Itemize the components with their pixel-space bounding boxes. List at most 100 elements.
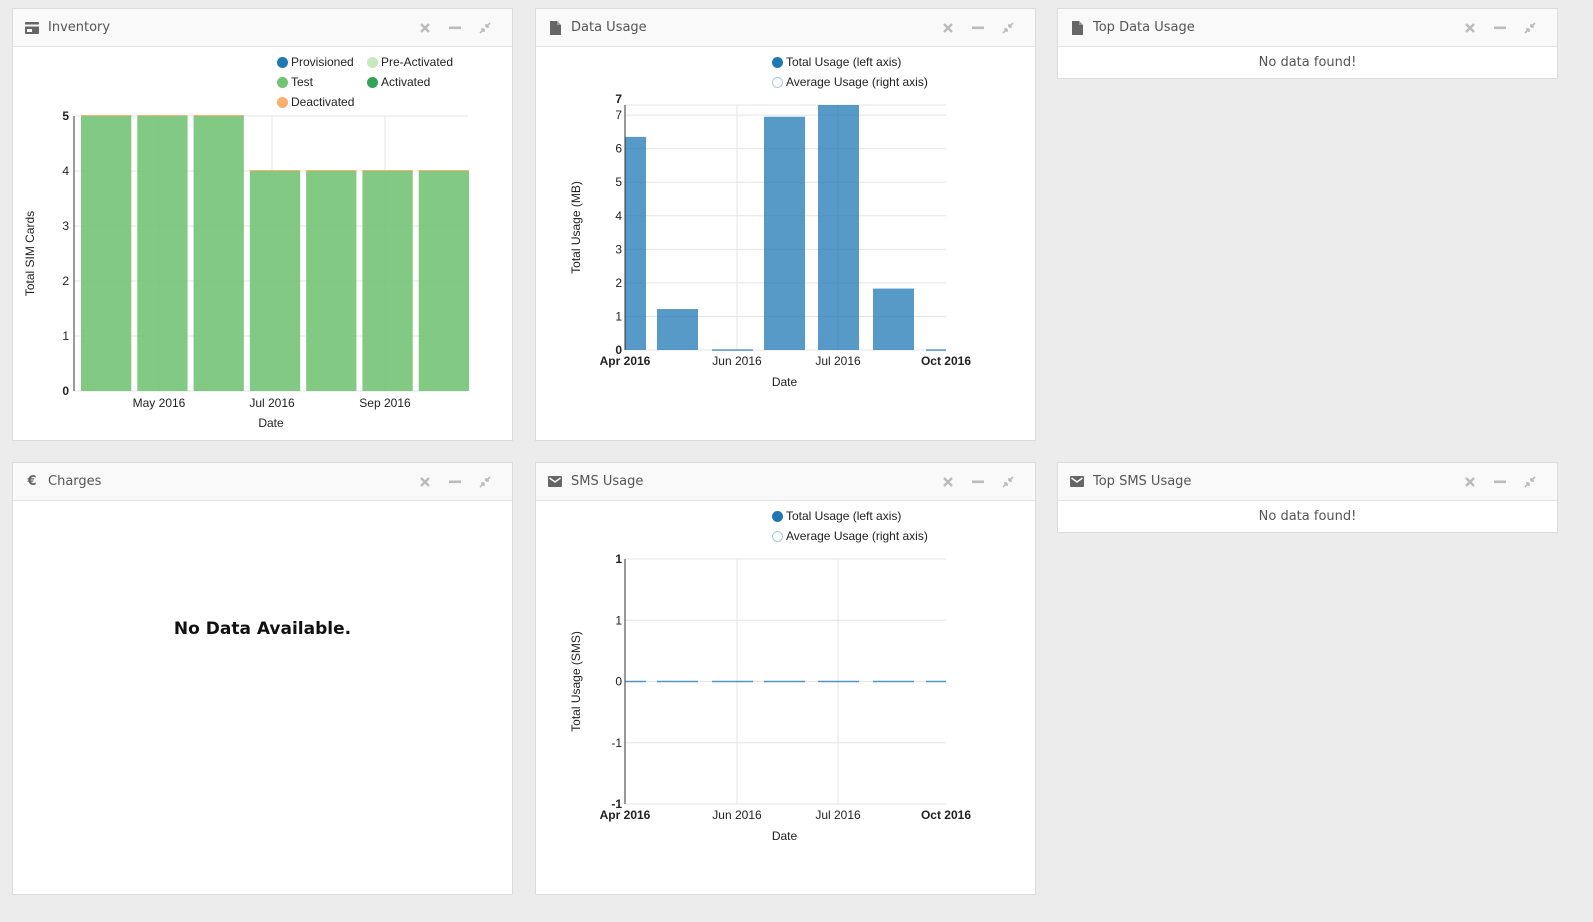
bar-deactivated xyxy=(362,170,413,171)
bar-test xyxy=(418,171,469,391)
bar-total-usage xyxy=(625,136,646,350)
widget-title: Charges xyxy=(48,474,102,489)
y-tick-label: 5 xyxy=(615,175,622,189)
data-usage-chart: 012345677Apr 2016 Jun 2016 Jul 2016 Oct 201… xyxy=(569,92,971,389)
minimize-button[interactable] xyxy=(440,18,470,38)
minimize-icon xyxy=(1494,480,1506,483)
minimize-button[interactable] xyxy=(1485,472,1515,492)
file-icon xyxy=(548,20,562,35)
bar-total-usage xyxy=(873,680,914,683)
y-tick-label: 0 xyxy=(615,675,622,689)
x-tick-label: Jun 2016 xyxy=(712,808,762,822)
compress-icon xyxy=(1002,21,1014,34)
close-button[interactable] xyxy=(933,18,963,38)
bar-total-usage xyxy=(873,288,914,350)
compress-icon xyxy=(1002,475,1014,488)
bar-deactivated xyxy=(193,115,244,116)
bar-test xyxy=(81,116,132,391)
inventory-header[interactable]: Inventory xyxy=(13,9,512,47)
y-tick-label: 3 xyxy=(615,242,622,256)
y-tick-label: 1 xyxy=(615,309,622,323)
close-button[interactable] xyxy=(933,472,963,492)
euro-icon: € xyxy=(27,474,37,489)
bar-total-usage xyxy=(818,105,859,350)
y-tick-label: 5 xyxy=(62,109,69,123)
bar-total-usage xyxy=(926,349,946,351)
x-tick-label: Oct 2016 xyxy=(921,354,971,368)
x-tick-label: May 2016 xyxy=(133,396,186,410)
minimize-button[interactable] xyxy=(963,472,993,492)
charges-header[interactable]: € Charges xyxy=(13,463,512,501)
bar-test xyxy=(306,171,357,391)
collapse-button[interactable] xyxy=(1515,472,1545,492)
x-tick-label: Apr 2016 xyxy=(600,808,651,822)
bar-total-usage xyxy=(657,309,698,350)
bar-total-usage xyxy=(712,349,753,351)
bar-deactivated xyxy=(81,115,132,116)
collapse-button[interactable] xyxy=(993,472,1023,492)
collapse-button[interactable] xyxy=(470,472,500,492)
minimize-icon xyxy=(449,480,461,483)
y-tick-label: 1 xyxy=(62,329,69,343)
sms-usage-chart: -1-1011Apr 2016 Jun 2016 Jul 2016 Oct 2016D… xyxy=(569,552,971,843)
y-tick-label: 2 xyxy=(62,274,69,288)
top-data-usage-header[interactable]: Top Data Usage xyxy=(1058,9,1557,47)
bar-test xyxy=(137,116,188,391)
bar-test xyxy=(249,171,301,391)
close-button[interactable] xyxy=(410,472,440,492)
close-button[interactable] xyxy=(410,18,440,38)
close-icon xyxy=(943,476,953,487)
bar-test xyxy=(362,171,413,391)
y-tick-label: 3 xyxy=(62,219,69,233)
x-tick-label: Jul 2016 xyxy=(249,396,295,410)
bar-total-usage xyxy=(818,680,859,683)
collapse-button[interactable] xyxy=(993,18,1023,38)
x-tick-label: Jul 2016 xyxy=(815,808,861,822)
y-axis-label: Total Usage (MB) xyxy=(569,181,583,274)
close-button[interactable] xyxy=(1455,472,1485,492)
close-icon xyxy=(1465,476,1475,487)
compress-icon xyxy=(479,475,491,488)
close-button[interactable] xyxy=(1455,18,1485,38)
minimize-button[interactable] xyxy=(963,18,993,38)
close-icon xyxy=(420,476,430,487)
data-usage-widget: Data Usage Total Usage (left axis) Avera… xyxy=(535,8,1036,441)
y-tick-label: -1 xyxy=(611,736,622,750)
bar-total-usage xyxy=(625,680,646,683)
bar-deactivated xyxy=(418,170,469,171)
minimize-button[interactable] xyxy=(1485,18,1515,38)
sms-usage-header[interactable]: SMS Usage xyxy=(536,463,1035,501)
top-data-usage-widget: Top Data Usage No data found! xyxy=(1057,8,1558,79)
x-axis-label: Date xyxy=(258,416,284,430)
y-tick-label: 7 xyxy=(615,108,622,122)
y-tick-label: 1 xyxy=(615,552,622,566)
no-data-message: No data found! xyxy=(1258,55,1357,70)
no-data-message: No data found! xyxy=(1258,509,1357,524)
x-tick-label: Jul 2016 xyxy=(815,354,861,368)
y-tick-label: 2 xyxy=(615,276,622,290)
envelope-icon xyxy=(1070,475,1084,489)
y-axis-label: Total SIM Cards xyxy=(23,211,37,296)
sms-usage-widget: SMS Usage Total Usage (left axis) Averag… xyxy=(535,462,1036,895)
collapse-button[interactable] xyxy=(1515,18,1545,38)
collapse-button[interactable] xyxy=(470,18,500,38)
y-axis-label: Total Usage (SMS) xyxy=(569,631,583,732)
compress-icon xyxy=(1524,21,1536,34)
widget-title: Data Usage xyxy=(571,20,647,35)
minimize-button[interactable] xyxy=(440,472,470,492)
bar-total-usage xyxy=(712,680,753,683)
bar-total-usage xyxy=(926,680,946,683)
x-axis-label: Date xyxy=(772,375,798,389)
compress-icon xyxy=(1524,475,1536,488)
close-icon xyxy=(943,22,953,33)
data-usage-header[interactable]: Data Usage xyxy=(536,9,1035,47)
x-tick-label: Oct 2016 xyxy=(921,808,971,822)
close-icon xyxy=(1465,22,1475,33)
credit-card-icon xyxy=(25,21,39,35)
minimize-icon xyxy=(972,480,984,483)
x-tick-label: Apr 2016 xyxy=(600,354,651,368)
x-axis-label: Date xyxy=(772,829,798,843)
widget-title: Top Data Usage xyxy=(1093,20,1195,35)
top-sms-usage-header[interactable]: Top SMS Usage xyxy=(1058,463,1557,501)
minimize-icon xyxy=(1494,26,1506,29)
